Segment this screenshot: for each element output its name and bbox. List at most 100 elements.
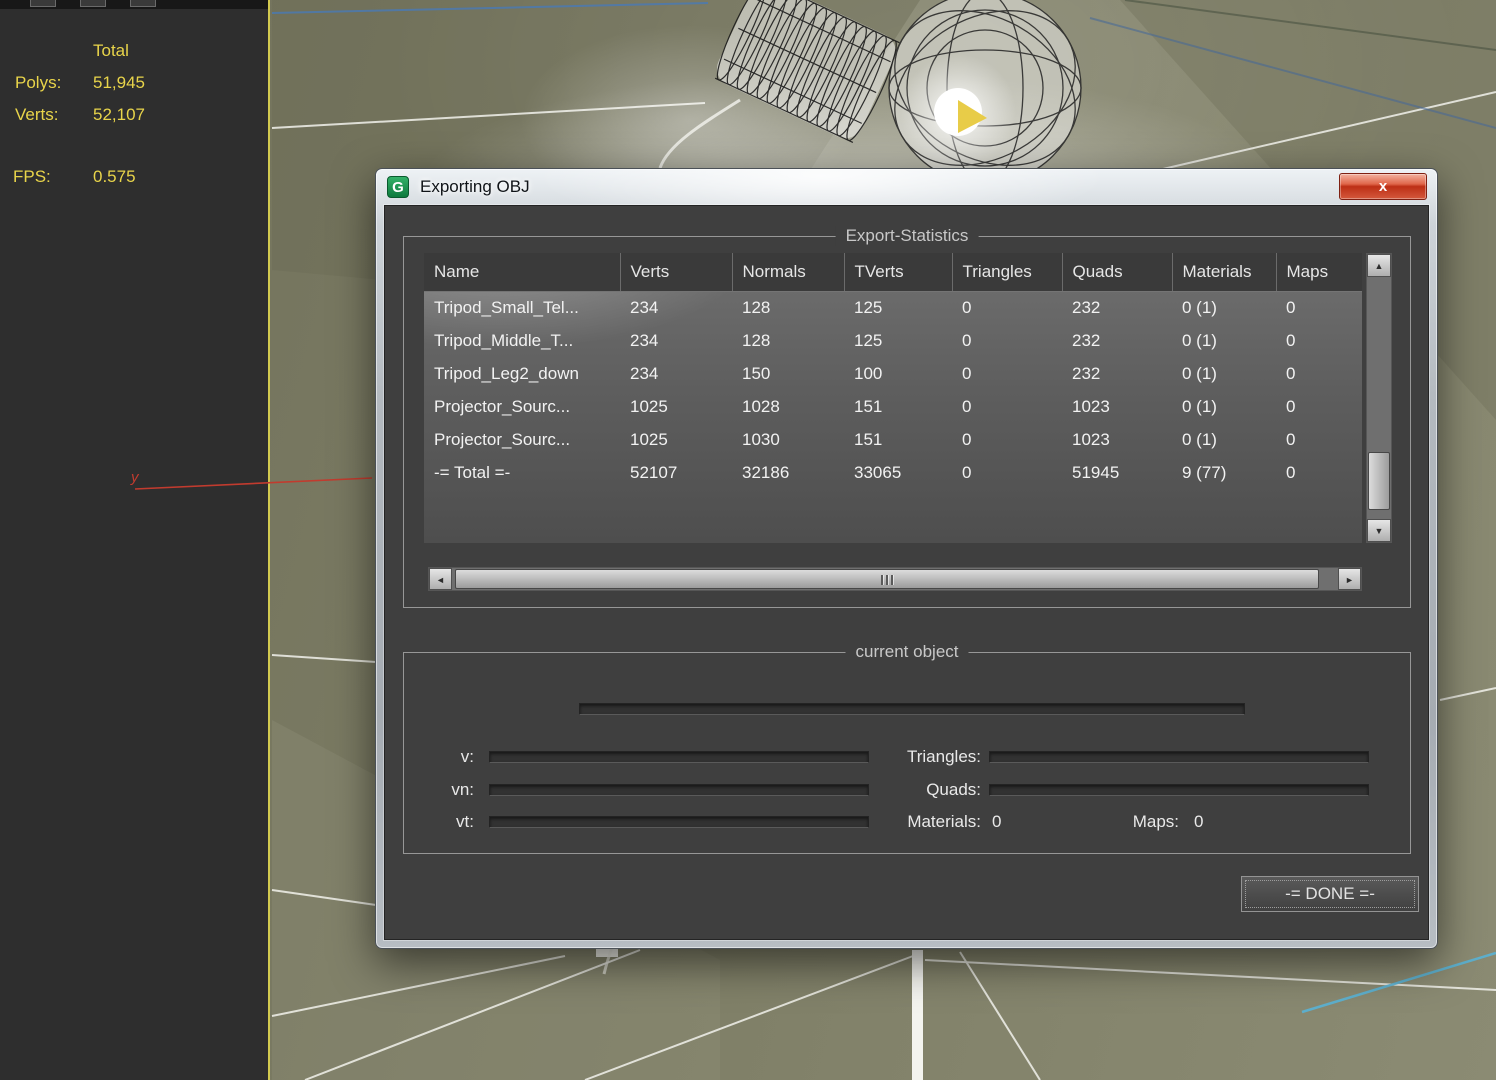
vt-label: vt: (456, 812, 474, 831)
table-cell: 1025 (630, 396, 668, 416)
export-statistics-title: Export-Statistics (835, 226, 979, 246)
scroll-up-icon[interactable]: ▲ (1367, 254, 1391, 277)
column-header[interactable]: Verts (620, 253, 733, 292)
table-cell: 0 (962, 330, 972, 350)
table-cell: Tripod_Small_Tel... (434, 297, 579, 317)
table-cell: 234 (630, 297, 659, 317)
fps-label: FPS: (13, 167, 51, 186)
total-label: Total (93, 41, 129, 60)
progress-bar-v (489, 751, 869, 763)
table-cell: 232 (1072, 297, 1101, 317)
progress-bar-current-object (579, 703, 1245, 715)
toolbar-strip (0, 0, 268, 9)
viewport-stats-panel: Total Polys: 51,945 Verts: 52,107 FPS: 0… (0, 0, 268, 1080)
scroll-right-icon[interactable]: ► (1338, 568, 1361, 590)
column-header[interactable]: Materials (1172, 253, 1277, 292)
viewport-active-border (268, 0, 270, 1080)
polys-value: 51,945 (93, 73, 145, 92)
fps-value: 0.575 (93, 167, 136, 186)
materials-value: 0 (992, 812, 1002, 831)
table-cell: 151 (854, 429, 883, 449)
table-cell: 0 (1286, 363, 1296, 383)
export-stats-table-wrap: Name Verts Normals TVerts Triangles Quads Mate… (424, 253, 1362, 543)
column-header[interactable]: Quads (1062, 253, 1173, 292)
export-obj-dialog: G Exporting OBJ x Export-Statistics Name… (375, 168, 1438, 949)
quads-label: Quads: (926, 780, 981, 799)
table-cell: 1030 (742, 429, 780, 449)
table-cell: 232 (1072, 330, 1101, 350)
maps-label: Maps: (1132, 812, 1179, 831)
table-cell: 234 (630, 330, 659, 350)
dialog-body: Export-Statistics Name Verts Normals TVerts… (384, 205, 1429, 940)
stats-table-body: Tripod_Small_Tel... 234 128 125 0 232 0 (1) 0 Tr… (424, 291, 1362, 489)
materials-label: Materials: (907, 812, 981, 831)
export-stats-table: Name Verts Normals TVerts Triangles Quads Mate… (424, 253, 1362, 489)
table-cell: 0 (962, 297, 972, 317)
vn-label: vn: (451, 780, 474, 799)
column-header[interactable]: Maps (1276, 253, 1362, 292)
column-header[interactable]: TVerts (844, 253, 953, 292)
done-button[interactable]: -= DONE =- (1241, 876, 1419, 912)
column-header[interactable]: Name (424, 253, 621, 292)
v-label: v: (460, 747, 474, 766)
scroll-left-icon[interactable]: ◄ (429, 568, 452, 590)
table-cell: 0 (1286, 396, 1296, 416)
table-cell: 0 (1) (1182, 429, 1217, 449)
table-cell: -= Total =- (434, 462, 511, 482)
table-cell: 125 (854, 330, 883, 350)
table-cell: 0 (1) (1182, 396, 1217, 416)
stats-table-head-row: Name Verts Normals TVerts Triangles Quads Mate… (424, 253, 1362, 292)
table-cell: 0 (1) (1182, 330, 1217, 350)
table-cell: 1028 (742, 396, 780, 416)
verts-label: Verts: (15, 105, 59, 124)
close-icon[interactable]: x (1339, 173, 1427, 200)
table-cell: 1023 (1072, 429, 1110, 449)
table-cell: 52107 (630, 462, 678, 482)
toolbar-icon[interactable] (30, 0, 56, 7)
table-cell: 9 (77) (1182, 462, 1227, 482)
current-object-title: current object (845, 642, 969, 662)
table-cell: 1025 (630, 429, 668, 449)
table-cell: 0 (962, 363, 972, 383)
table-cell: 0 (1286, 330, 1296, 350)
table-cell: 128 (742, 297, 771, 317)
dialog-title: Exporting OBJ (420, 177, 530, 196)
table-cell: 0 (1286, 462, 1296, 482)
table-cell: 33065 (854, 462, 902, 482)
table-row[interactable]: Tripod_Leg2_down 234 150 100 0 232 0 (1) 0 (424, 357, 1362, 390)
toolbar-icon[interactable] (80, 0, 106, 7)
app-window: Total Polys: 51,945 Verts: 52,107 FPS: 0… (0, 0, 1496, 1080)
toolbar-icon[interactable] (130, 0, 156, 7)
table-cell: 0 (1286, 297, 1296, 317)
table-cell: 0 (1) (1182, 297, 1217, 317)
vertical-scroll-thumb[interactable] (1368, 452, 1390, 510)
scroll-grip-icon (881, 575, 893, 585)
table-cell: 0 (962, 462, 972, 482)
dialog-titlebar[interactable]: G Exporting OBJ x (376, 169, 1437, 205)
table-cell: 100 (854, 363, 883, 383)
app-icon: G (387, 176, 409, 198)
table-cell: 0 (1) (1182, 363, 1217, 383)
table-cell: 150 (742, 363, 771, 383)
table-row[interactable]: Projector_Sourc... 1025 1028 151 0 1023 0 (1) 0 (424, 390, 1362, 423)
horizontal-scrollbar[interactable]: ◄ ► (428, 567, 1362, 591)
table-row[interactable]: Tripod_Middle_T... 234 128 125 0 232 0 (1) 0 (424, 324, 1362, 357)
column-header[interactable]: Normals (732, 253, 845, 292)
table-cell: 232 (1072, 363, 1101, 383)
maps-value: 0 (1194, 812, 1204, 831)
table-row[interactable]: Projector_Sourc... 1025 1030 151 0 1023 0 (1) 0 (424, 423, 1362, 456)
polys-label: Polys: (15, 73, 62, 92)
table-cell: 32186 (742, 462, 790, 482)
table-cell: 0 (962, 396, 972, 416)
table-cell: 151 (854, 396, 883, 416)
vertical-scrollbar[interactable]: ▲ ▼ (1366, 253, 1392, 543)
column-header[interactable]: Triangles (952, 253, 1063, 292)
horizontal-scroll-thumb[interactable] (455, 569, 1319, 589)
table-row[interactable]: -= Total =- 52107 32186 33065 0 51945 9 (77) 0 (424, 456, 1362, 489)
scroll-down-icon[interactable]: ▼ (1367, 519, 1391, 542)
table-cell: Tripod_Middle_T... (434, 330, 574, 350)
progress-bar-triangles (989, 751, 1369, 763)
table-row[interactable]: Tripod_Small_Tel... 234 128 125 0 232 0 (1) 0 (424, 291, 1362, 324)
table-cell: 128 (742, 330, 771, 350)
table-cell: Projector_Sourc... (434, 396, 571, 416)
